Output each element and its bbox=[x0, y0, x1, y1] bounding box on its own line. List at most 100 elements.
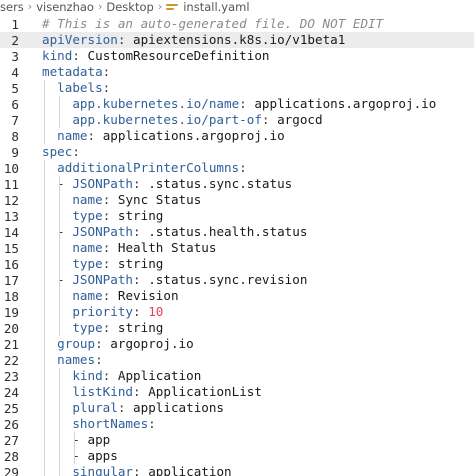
code-colon: : bbox=[102, 288, 111, 303]
code-text: names: bbox=[42, 352, 103, 368]
code-line[interactable]: 15 name: Health Status bbox=[0, 240, 474, 256]
code-key: JSONPath bbox=[72, 176, 134, 191]
breadcrumb-item-file[interactable]: install.yaml bbox=[183, 0, 249, 14]
indent-guide bbox=[74, 432, 75, 464]
code-line[interactable]: 19 priority: 10 bbox=[0, 304, 474, 320]
code-key: type bbox=[72, 256, 103, 271]
code-colon: : bbox=[239, 160, 247, 175]
code-text: type: string bbox=[42, 320, 163, 336]
code-line[interactable]: 21 group: argoproj.io bbox=[0, 336, 474, 352]
indent-guide bbox=[44, 80, 45, 144]
code-editor[interactable]: 1 # This is an auto-generated file. DO NO… bbox=[0, 14, 474, 476]
code-text: apiVersion: apiextensions.k8s.io/v1beta1 bbox=[42, 32, 345, 48]
code-line[interactable]: 6 app.kubernetes.io/name: applications.a… bbox=[0, 96, 474, 112]
code-value: string bbox=[117, 208, 164, 223]
code-key: app.kubernetes.io/part-of bbox=[72, 112, 262, 127]
breadcrumb-item-desktop[interactable]: Desktop bbox=[106, 0, 153, 14]
code-line[interactable]: 14 - JSONPath: .status.health.status bbox=[0, 224, 474, 240]
code-colon: : bbox=[72, 48, 80, 63]
code-value: Health Status bbox=[117, 240, 217, 255]
code-key: group bbox=[57, 336, 96, 351]
code-colon: : bbox=[102, 240, 111, 255]
code-line[interactable]: 20 type: string bbox=[0, 320, 474, 336]
code-line[interactable]: 2 apiVersion: apiextensions.k8s.io/v1beta… bbox=[0, 32, 474, 48]
code-text: name: applications.argoproj.io bbox=[42, 128, 285, 144]
code-text: - JSONPath: .status.sync.revision bbox=[42, 272, 307, 288]
code-colon: : bbox=[102, 368, 111, 383]
code-line[interactable]: 12 name: Sync Status bbox=[0, 192, 474, 208]
code-key: apiVersion bbox=[42, 32, 118, 47]
line-number: 12 bbox=[3, 192, 19, 208]
code-text: type: string bbox=[42, 208, 163, 224]
code-colon: : bbox=[133, 224, 141, 239]
chevron-right-icon: › bbox=[157, 0, 163, 13]
line-number: 29 bbox=[3, 464, 19, 476]
code-key: name bbox=[72, 192, 103, 207]
code-text: - JSONPath: .status.sync.status bbox=[42, 176, 292, 192]
code-line[interactable]: 8 name: applications.argoproj.io bbox=[0, 128, 474, 144]
editor-window: sers › visenzhao › Desktop › install.yam… bbox=[0, 0, 474, 476]
code-line[interactable]: 1 # This is an auto-generated file. DO NO… bbox=[0, 16, 474, 32]
line-number: 3 bbox=[11, 48, 19, 64]
breadcrumb-item-users[interactable]: sers bbox=[0, 0, 24, 14]
code-value: .status.health.status bbox=[148, 224, 308, 239]
code-colon: : bbox=[133, 176, 141, 191]
line-number: 25 bbox=[3, 400, 19, 416]
line-number: 9 bbox=[11, 144, 19, 160]
code-line[interactable]: 25 plural: applications bbox=[0, 400, 474, 416]
code-line[interactable]: 4 metadata: bbox=[0, 64, 474, 80]
code-line[interactable]: 7 app.kubernetes.io/part-of: argocd bbox=[0, 112, 474, 128]
code-value: applications.argoproj.io bbox=[102, 128, 285, 143]
code-value: .status.sync.status bbox=[148, 176, 293, 191]
code-line[interactable]: 11 - JSONPath: .status.sync.status bbox=[0, 176, 474, 192]
code-key: spec bbox=[42, 144, 73, 159]
code-colon: : bbox=[102, 208, 111, 223]
code-value: argocd bbox=[277, 112, 323, 127]
code-line[interactable]: 10 additionalPrinterColumns: bbox=[0, 160, 474, 176]
code-line[interactable]: 13 type: string bbox=[0, 208, 474, 224]
code-colon: : bbox=[102, 80, 111, 95]
code-value: app bbox=[87, 432, 111, 447]
code-line[interactable]: 24 listKind: ApplicationList bbox=[0, 384, 474, 400]
code-key: labels bbox=[57, 80, 103, 95]
code-line[interactable]: 29 singular: application bbox=[0, 464, 474, 476]
code-text: name: Revision bbox=[42, 288, 179, 304]
code-key: JSONPath bbox=[72, 272, 134, 287]
code-line[interactable]: 22 names: bbox=[0, 352, 474, 368]
code-comment: # This is an auto-generated file. DO NOT… bbox=[42, 16, 384, 31]
code-line[interactable]: 5 labels: bbox=[0, 80, 474, 96]
code-text: name: Sync Status bbox=[42, 192, 201, 208]
code-text: singular: application bbox=[42, 464, 231, 476]
code-line[interactable]: 23 kind: Application bbox=[0, 368, 474, 384]
code-line[interactable]: 28 - apps bbox=[0, 448, 474, 464]
indent-guide bbox=[44, 160, 45, 476]
line-number: 17 bbox=[3, 272, 19, 288]
code-line[interactable]: 17 - JSONPath: .status.sync.revision bbox=[0, 272, 474, 288]
line-number: 20 bbox=[3, 320, 19, 336]
line-number: 13 bbox=[3, 208, 19, 224]
indent-guide bbox=[59, 96, 60, 128]
line-number: 21 bbox=[3, 336, 19, 352]
code-line[interactable]: 9 spec: bbox=[0, 144, 474, 160]
code-line[interactable]: 27 - app bbox=[0, 432, 474, 448]
code-value: apiextensions.k8s.io/v1beta1 bbox=[133, 32, 346, 47]
indent-guide bbox=[59, 176, 60, 336]
line-number: 28 bbox=[3, 448, 19, 464]
code-text: - JSONPath: .status.health.status bbox=[42, 224, 307, 240]
code-line[interactable]: 26 shortNames: bbox=[0, 416, 474, 432]
code-text: kind: Application bbox=[42, 368, 201, 384]
code-text: app.kubernetes.io/name: applications.arg… bbox=[42, 96, 436, 112]
line-number: 8 bbox=[11, 128, 19, 144]
code-line[interactable]: 16 type: string bbox=[0, 256, 474, 272]
code-line[interactable]: 3 kind: CustomResourceDefinition bbox=[0, 48, 474, 64]
code-value: Revision bbox=[117, 288, 179, 303]
code-line[interactable]: 18 name: Revision bbox=[0, 288, 474, 304]
chevron-right-icon: › bbox=[97, 0, 103, 13]
indent-guide bbox=[59, 368, 60, 476]
code-key: listKind bbox=[72, 384, 134, 399]
code-colon: : bbox=[133, 464, 141, 476]
code-colon: : bbox=[133, 304, 141, 319]
breadcrumb-item-user[interactable]: visenzhao bbox=[36, 0, 94, 14]
chevron-right-icon: › bbox=[27, 0, 33, 13]
code-colon: : bbox=[95, 336, 103, 351]
